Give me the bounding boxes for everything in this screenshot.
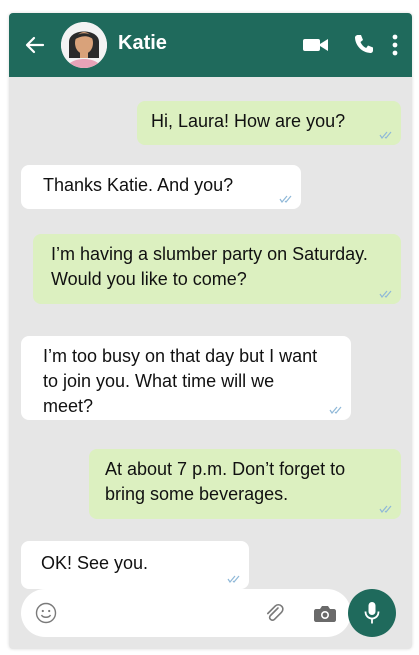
read-receipt-icon: [379, 290, 392, 298]
message-bubble-incoming: OK! See you.: [21, 541, 249, 589]
message-text: Thanks Katie. And you?: [43, 175, 234, 195]
read-receipt-icon: [379, 131, 392, 139]
video-call-icon[interactable]: [301, 35, 331, 55]
message-input-bar[interactable]: [21, 589, 351, 637]
paperclip-icon[interactable]: [263, 602, 285, 624]
chat-window: Katie Hi, Laura! How are you? Thanks Kat…: [9, 13, 412, 649]
chat-header: Katie: [9, 13, 412, 77]
message-bubble-outgoing: Hi, Laura! How are you?: [137, 101, 401, 145]
message-text: I’m too busy on that day but I want to j…: [43, 346, 318, 416]
read-receipt-icon: [279, 195, 292, 203]
message-bubble-outgoing: At about 7 p.m. Don’t forget to bring so…: [89, 449, 401, 519]
message-list: Hi, Laura! How are you? Thanks Katie. An…: [9, 77, 412, 589]
message-text: Hi, Laura! How are you?: [151, 111, 346, 131]
avatar[interactable]: [61, 22, 107, 68]
microphone-button[interactable]: [348, 589, 396, 637]
read-receipt-icon: [329, 406, 342, 414]
microphone-icon: [364, 602, 380, 624]
message-bubble-incoming: I’m too busy on that day but I want to j…: [21, 336, 351, 420]
message-text: I’m having a slumber party on Saturday. …: [51, 244, 368, 289]
message-text: At about 7 p.m. Don’t forget to bring so…: [105, 459, 346, 504]
smiley-icon[interactable]: [35, 602, 57, 624]
contact-name: Katie: [118, 32, 167, 54]
read-receipt-icon: [379, 505, 392, 513]
read-receipt-icon: [227, 575, 240, 583]
phone-call-icon[interactable]: [352, 32, 376, 56]
back-arrow-icon[interactable]: [23, 33, 47, 57]
message-bubble-outgoing: I’m having a slumber party on Saturday. …: [33, 234, 401, 304]
more-menu-icon[interactable]: [391, 33, 399, 57]
message-text: OK! See you.: [41, 553, 149, 573]
camera-icon[interactable]: [313, 603, 337, 623]
message-bubble-incoming: Thanks Katie. And you?: [21, 165, 301, 209]
